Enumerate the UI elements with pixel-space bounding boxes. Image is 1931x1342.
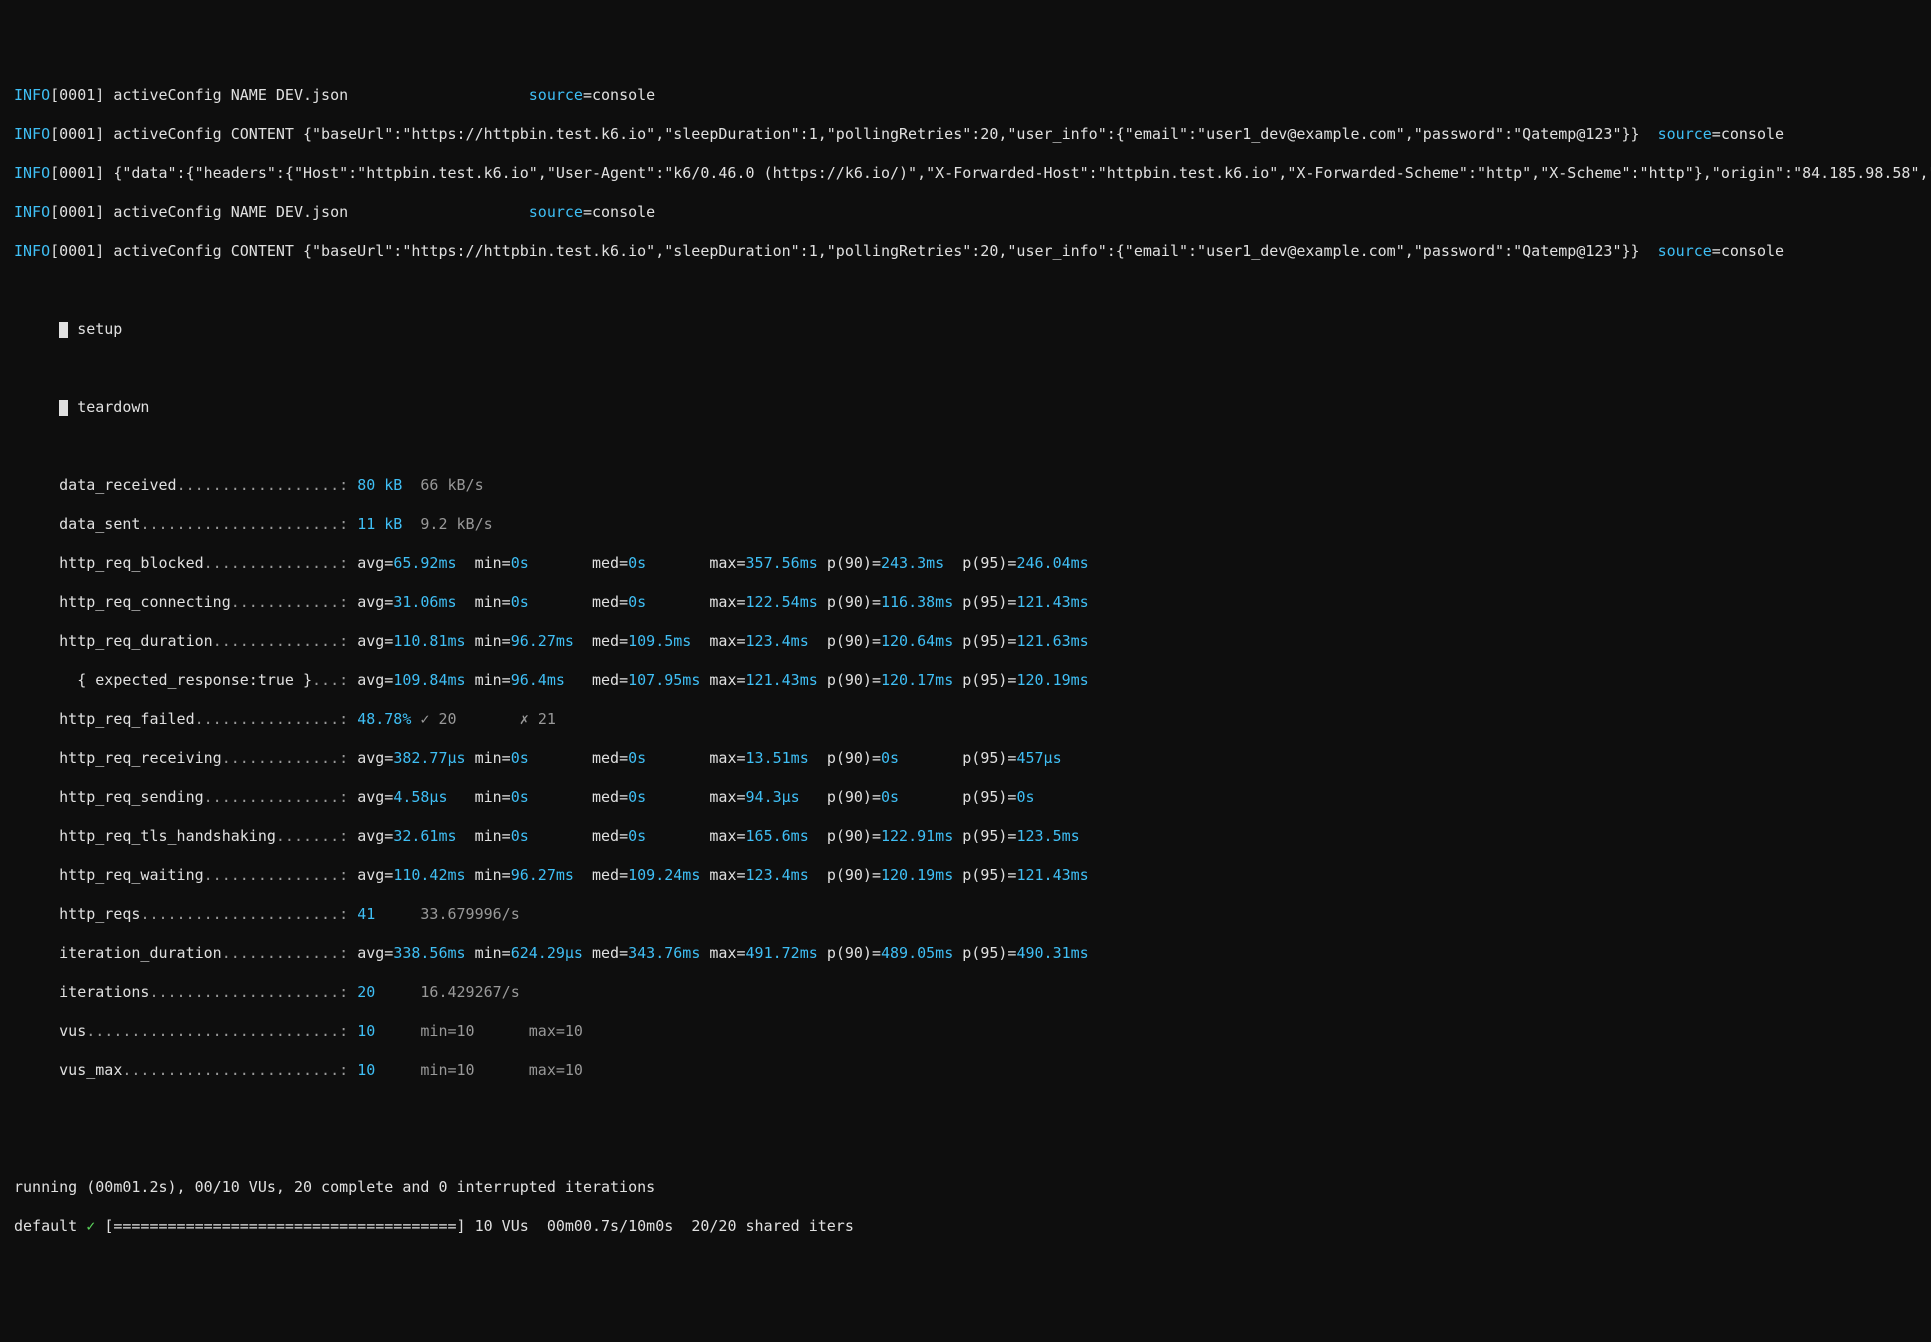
block-cursor-icon (59, 400, 68, 417)
metric-vus: vus............................: 10 min=… (14, 1022, 1917, 1042)
log-level: INFO (14, 203, 50, 221)
metric-http-req-failed: http_req_failed................: 48.78% … (14, 710, 1917, 730)
progress-bar: [======================================] (104, 1217, 474, 1235)
log-level: INFO (14, 164, 50, 182)
metric-http-req-duration: http_req_duration..............: avg=110… (14, 632, 1917, 652)
log-level: INFO (14, 86, 50, 104)
metric-iterations: iterations.....................: 20 16.4… (14, 983, 1917, 1003)
blank-line (14, 281, 1917, 301)
block-cursor-icon (59, 322, 68, 339)
log-line: INFO[0001] {"data":{"headers":{"Host":"h… (14, 164, 1917, 184)
metric-http-req-tls: http_req_tls_handshaking.......: avg=32.… (14, 827, 1917, 847)
metric-http-reqs: http_reqs......................: 41 33.6… (14, 905, 1917, 925)
metric-http-req-connecting: http_req_connecting............: avg=31.… (14, 593, 1917, 613)
log-line: INFO[0001] activeConfig NAME DEV.json so… (14, 203, 1917, 223)
metric-http-req-sending: http_req_sending...............: avg=4.5… (14, 788, 1917, 808)
x-icon: ✗ (520, 710, 538, 728)
blank-line (14, 437, 1917, 457)
section-teardown: teardown (14, 398, 1917, 418)
metric-expected-response: { expected_response:true }...: avg=109.8… (14, 671, 1917, 691)
log-line: INFO[0001] activeConfig CONTENT {"baseUr… (14, 242, 1917, 262)
blank-line (14, 359, 1917, 379)
log-level: INFO (14, 125, 50, 143)
metric-http-req-blocked: http_req_blocked...............: avg=65.… (14, 554, 1917, 574)
log-level: INFO (14, 242, 50, 260)
check-icon: ✓ (86, 1217, 104, 1235)
check-icon: ✓ (411, 710, 438, 728)
metric-data-received: data_received..................: 80 kB 6… (14, 476, 1917, 496)
log-line: INFO[0001] activeConfig NAME DEV.json so… (14, 86, 1917, 106)
status-running: running (00m01.2s), 00/10 VUs, 20 comple… (14, 1178, 1917, 1198)
metric-http-req-receiving: http_req_receiving.............: avg=382… (14, 749, 1917, 769)
metric-iteration-duration: iteration_duration.............: avg=338… (14, 944, 1917, 964)
section-setup: setup (14, 320, 1917, 340)
metric-http-req-waiting: http_req_waiting...............: avg=110… (14, 866, 1917, 886)
metric-vus-max: vus_max........................: 10 min=… (14, 1061, 1917, 1081)
status-default: default ✓ [=============================… (14, 1217, 1917, 1237)
blank-line (14, 1100, 1917, 1120)
metric-data-sent: data_sent......................: 11 kB 9… (14, 515, 1917, 535)
log-line: INFO[0001] activeConfig CONTENT {"baseUr… (14, 125, 1917, 145)
blank-line (14, 1139, 1917, 1159)
